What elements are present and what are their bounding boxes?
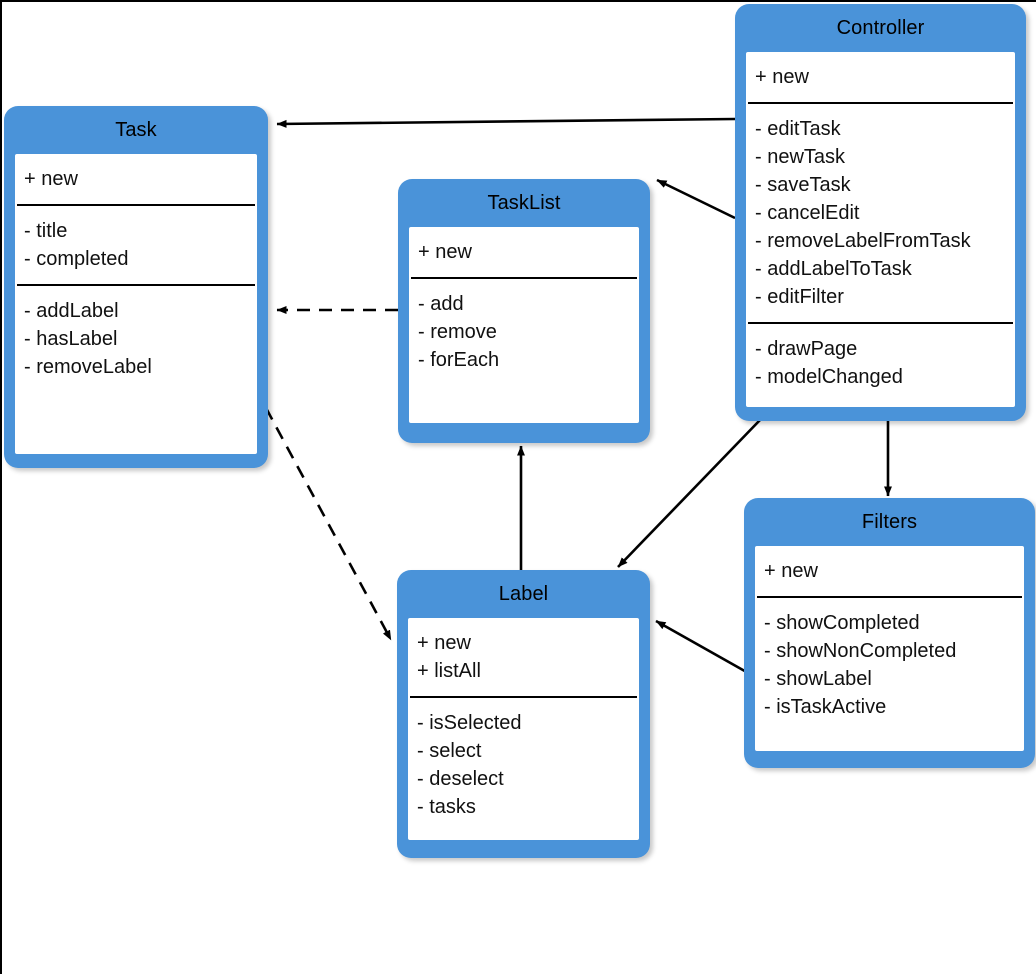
compartment-constructors: + new <box>411 227 637 277</box>
member: - add <box>418 293 464 315</box>
member: - saveTask <box>755 174 851 196</box>
member: - addLabel <box>24 300 119 322</box>
compartment-methods: - isSelected - select - deselect - tasks <box>410 696 637 832</box>
uml-class-controller[interactable]: Controller + new - editTask - newTask - … <box>735 4 1026 421</box>
class-body-label: + new + listAll - isSelected - select - … <box>408 618 639 840</box>
class-body-controller: + new - editTask - newTask - saveTask - … <box>746 52 1015 407</box>
uml-class-filters[interactable]: Filters + new - showCompleted - showNonC… <box>744 498 1035 768</box>
member: - hasLabel <box>24 328 118 350</box>
connector-controller-to-task <box>276 117 736 128</box>
member: - showNonCompleted <box>764 640 957 662</box>
compartment-constructors: + new + listAll <box>410 618 637 696</box>
class-title-filters: Filters <box>861 511 918 533</box>
member: + new <box>755 66 809 88</box>
member: - drawPage <box>755 338 858 360</box>
compartment-constructors: + new <box>757 546 1022 596</box>
uml-class-label[interactable]: Label + new + listAll - isSelected - sel… <box>397 570 650 858</box>
member: - isTaskActive <box>764 696 887 718</box>
member: - isSelected <box>417 712 522 734</box>
member: - completed <box>24 248 129 270</box>
compartment-constructors: + new <box>748 52 1013 102</box>
compartment-methods: - add - remove - forEach <box>411 277 637 385</box>
member: + new <box>417 632 471 654</box>
connector-task-to-label <box>264 407 393 641</box>
member: - editFilter <box>755 286 844 308</box>
member: + new <box>418 241 472 263</box>
member: - newTask <box>755 146 846 168</box>
compartment-attributes: - title - completed <box>17 204 255 284</box>
class-title-task: Task <box>115 119 157 141</box>
diagram-canvas: Task + new - title - completed - addLabe… <box>0 0 1036 974</box>
compartment-methods: - addLabel - hasLabel - removeLabel <box>17 284 255 392</box>
uml-class-task[interactable]: Task + new - title - completed - addLabe… <box>4 106 268 468</box>
member: + listAll <box>417 660 481 682</box>
compartment-view-methods: - drawPage - modelChanged <box>748 322 1013 402</box>
member: - title <box>24 220 68 242</box>
member: - modelChanged <box>755 366 903 388</box>
class-body-tasklist: + new - add - remove - forEach <box>409 227 639 423</box>
member: - remove <box>418 321 497 343</box>
class-body-task: + new - title - completed - addLabel - h… <box>15 154 257 454</box>
member: + new <box>24 168 78 190</box>
member: - tasks <box>417 796 476 818</box>
member: - addLabelToTask <box>755 258 912 280</box>
member: - deselect <box>417 768 504 790</box>
member: - cancelEdit <box>755 202 860 224</box>
class-title-label: Label <box>498 583 549 605</box>
uml-class-tasklist[interactable]: TaskList + new - add - remove - forEach <box>398 179 650 443</box>
member: - editTask <box>755 118 841 140</box>
member: - select <box>417 740 482 762</box>
connector-filters-to-label <box>655 619 751 676</box>
compartment-methods: - showCompleted - showNonCompleted - sho… <box>757 596 1022 732</box>
class-title-tasklist: TaskList <box>487 192 561 214</box>
member: - forEach <box>418 349 500 371</box>
compartment-constructors: + new <box>17 154 255 204</box>
member: - removeLabel <box>24 356 152 378</box>
class-title-controller: Controller <box>836 17 925 39</box>
member: - showLabel <box>764 668 872 690</box>
member: - removeLabelFromTask <box>755 230 971 252</box>
class-body-filters: + new - showCompleted - showNonCompleted… <box>755 546 1024 751</box>
member: - showCompleted <box>764 612 920 634</box>
compartment-methods: - editTask - newTask - saveTask - cancel… <box>748 102 1013 322</box>
connector-controller-to-tasklist <box>656 178 736 220</box>
member: + new <box>764 560 818 582</box>
